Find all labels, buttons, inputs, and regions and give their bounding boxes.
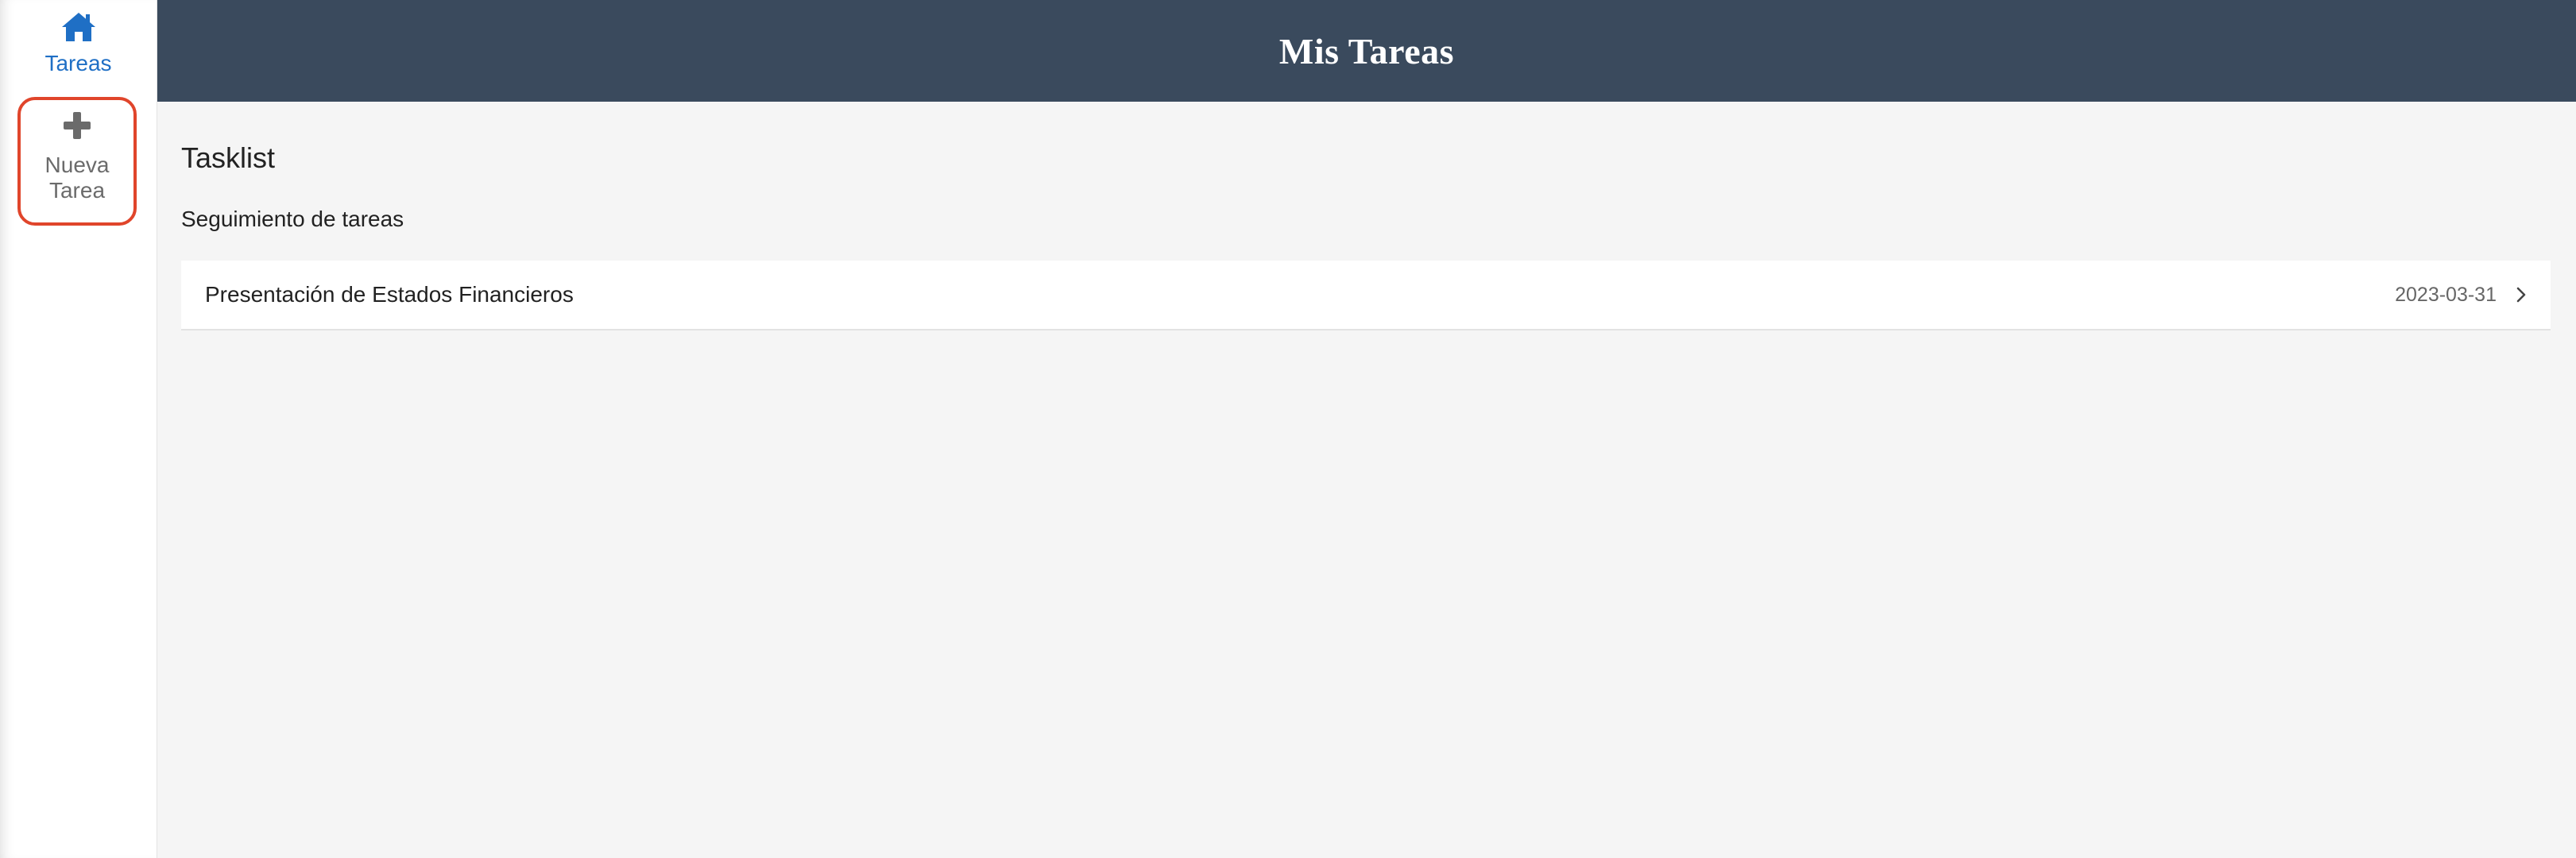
sidebar: Tareas Nueva Tarea [0,0,157,858]
task-date: 2023-03-31 [2395,283,2497,306]
page-title: Mis Tareas [1278,30,1455,72]
chevron-right-icon [2516,287,2526,303]
home-icon [61,13,95,41]
app-header: Mis Tareas [157,0,2576,102]
task-list: Presentación de Estados Financieros 2023… [181,261,2551,330]
main-content: Tasklist Seguimiento de tareas Presentac… [157,102,2576,858]
list-item[interactable]: Presentación de Estados Financieros 2023… [181,261,2551,330]
sidebar-item-nueva-tarea[interactable]: Nueva Tarea [17,97,137,226]
section-subtitle: Seguimiento de tareas [181,207,404,231]
sidebar-item-label: Tareas [44,51,112,75]
sidebar-item-label: Nueva Tarea [44,153,110,203]
section-title: Tasklist [181,141,276,174]
plus-icon [64,112,91,139]
sidebar-item-tareas[interactable]: Tareas [0,11,157,84]
task-title: Presentación de Estados Financieros [205,282,574,307]
